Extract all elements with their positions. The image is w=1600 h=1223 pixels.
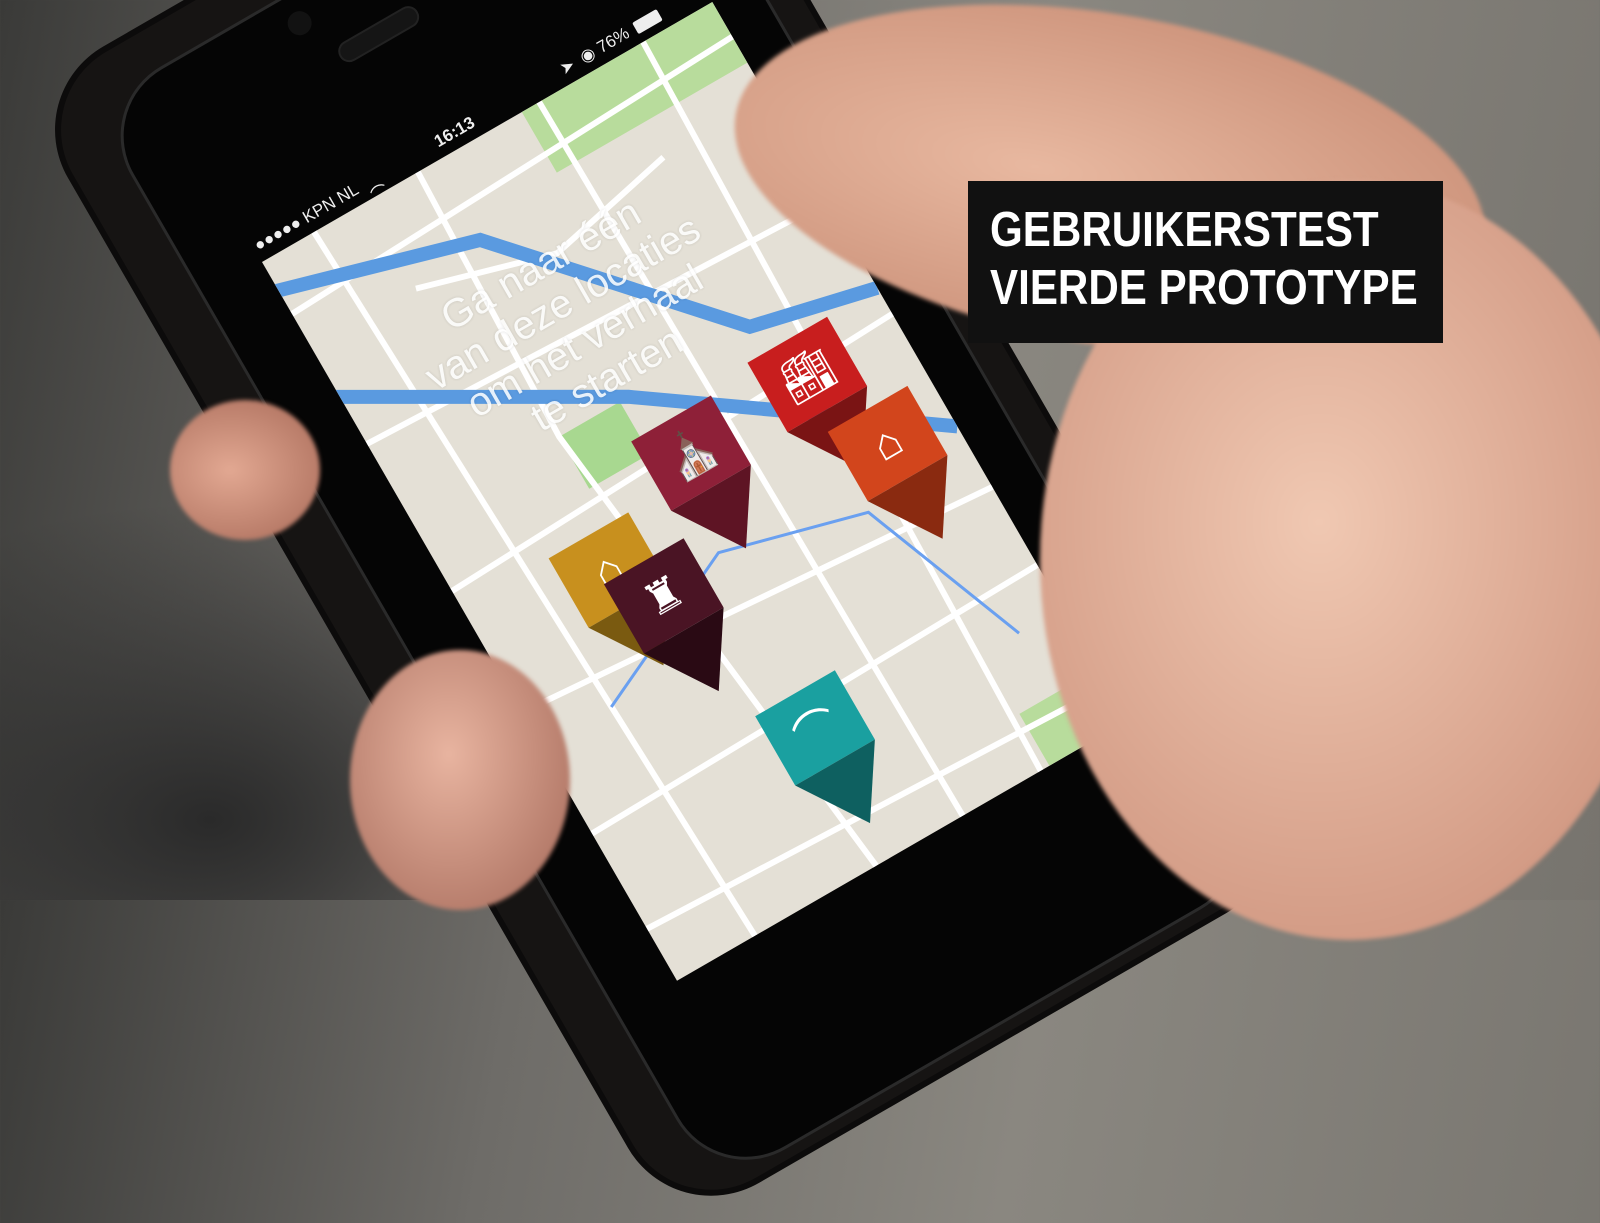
- battery-icon: [632, 8, 663, 35]
- finger: [350, 650, 570, 910]
- caption-box: GEBRUIKERSTEST VIERDE PROTOTYPE: [968, 181, 1443, 343]
- caption-line: GEBRUIKERSTEST: [990, 203, 1379, 257]
- alarm-icon: ◉: [576, 43, 599, 67]
- location-icon: ➤: [556, 54, 579, 79]
- finger: [170, 400, 320, 540]
- caption-line: VIERDE PROTOTYPE: [990, 261, 1418, 315]
